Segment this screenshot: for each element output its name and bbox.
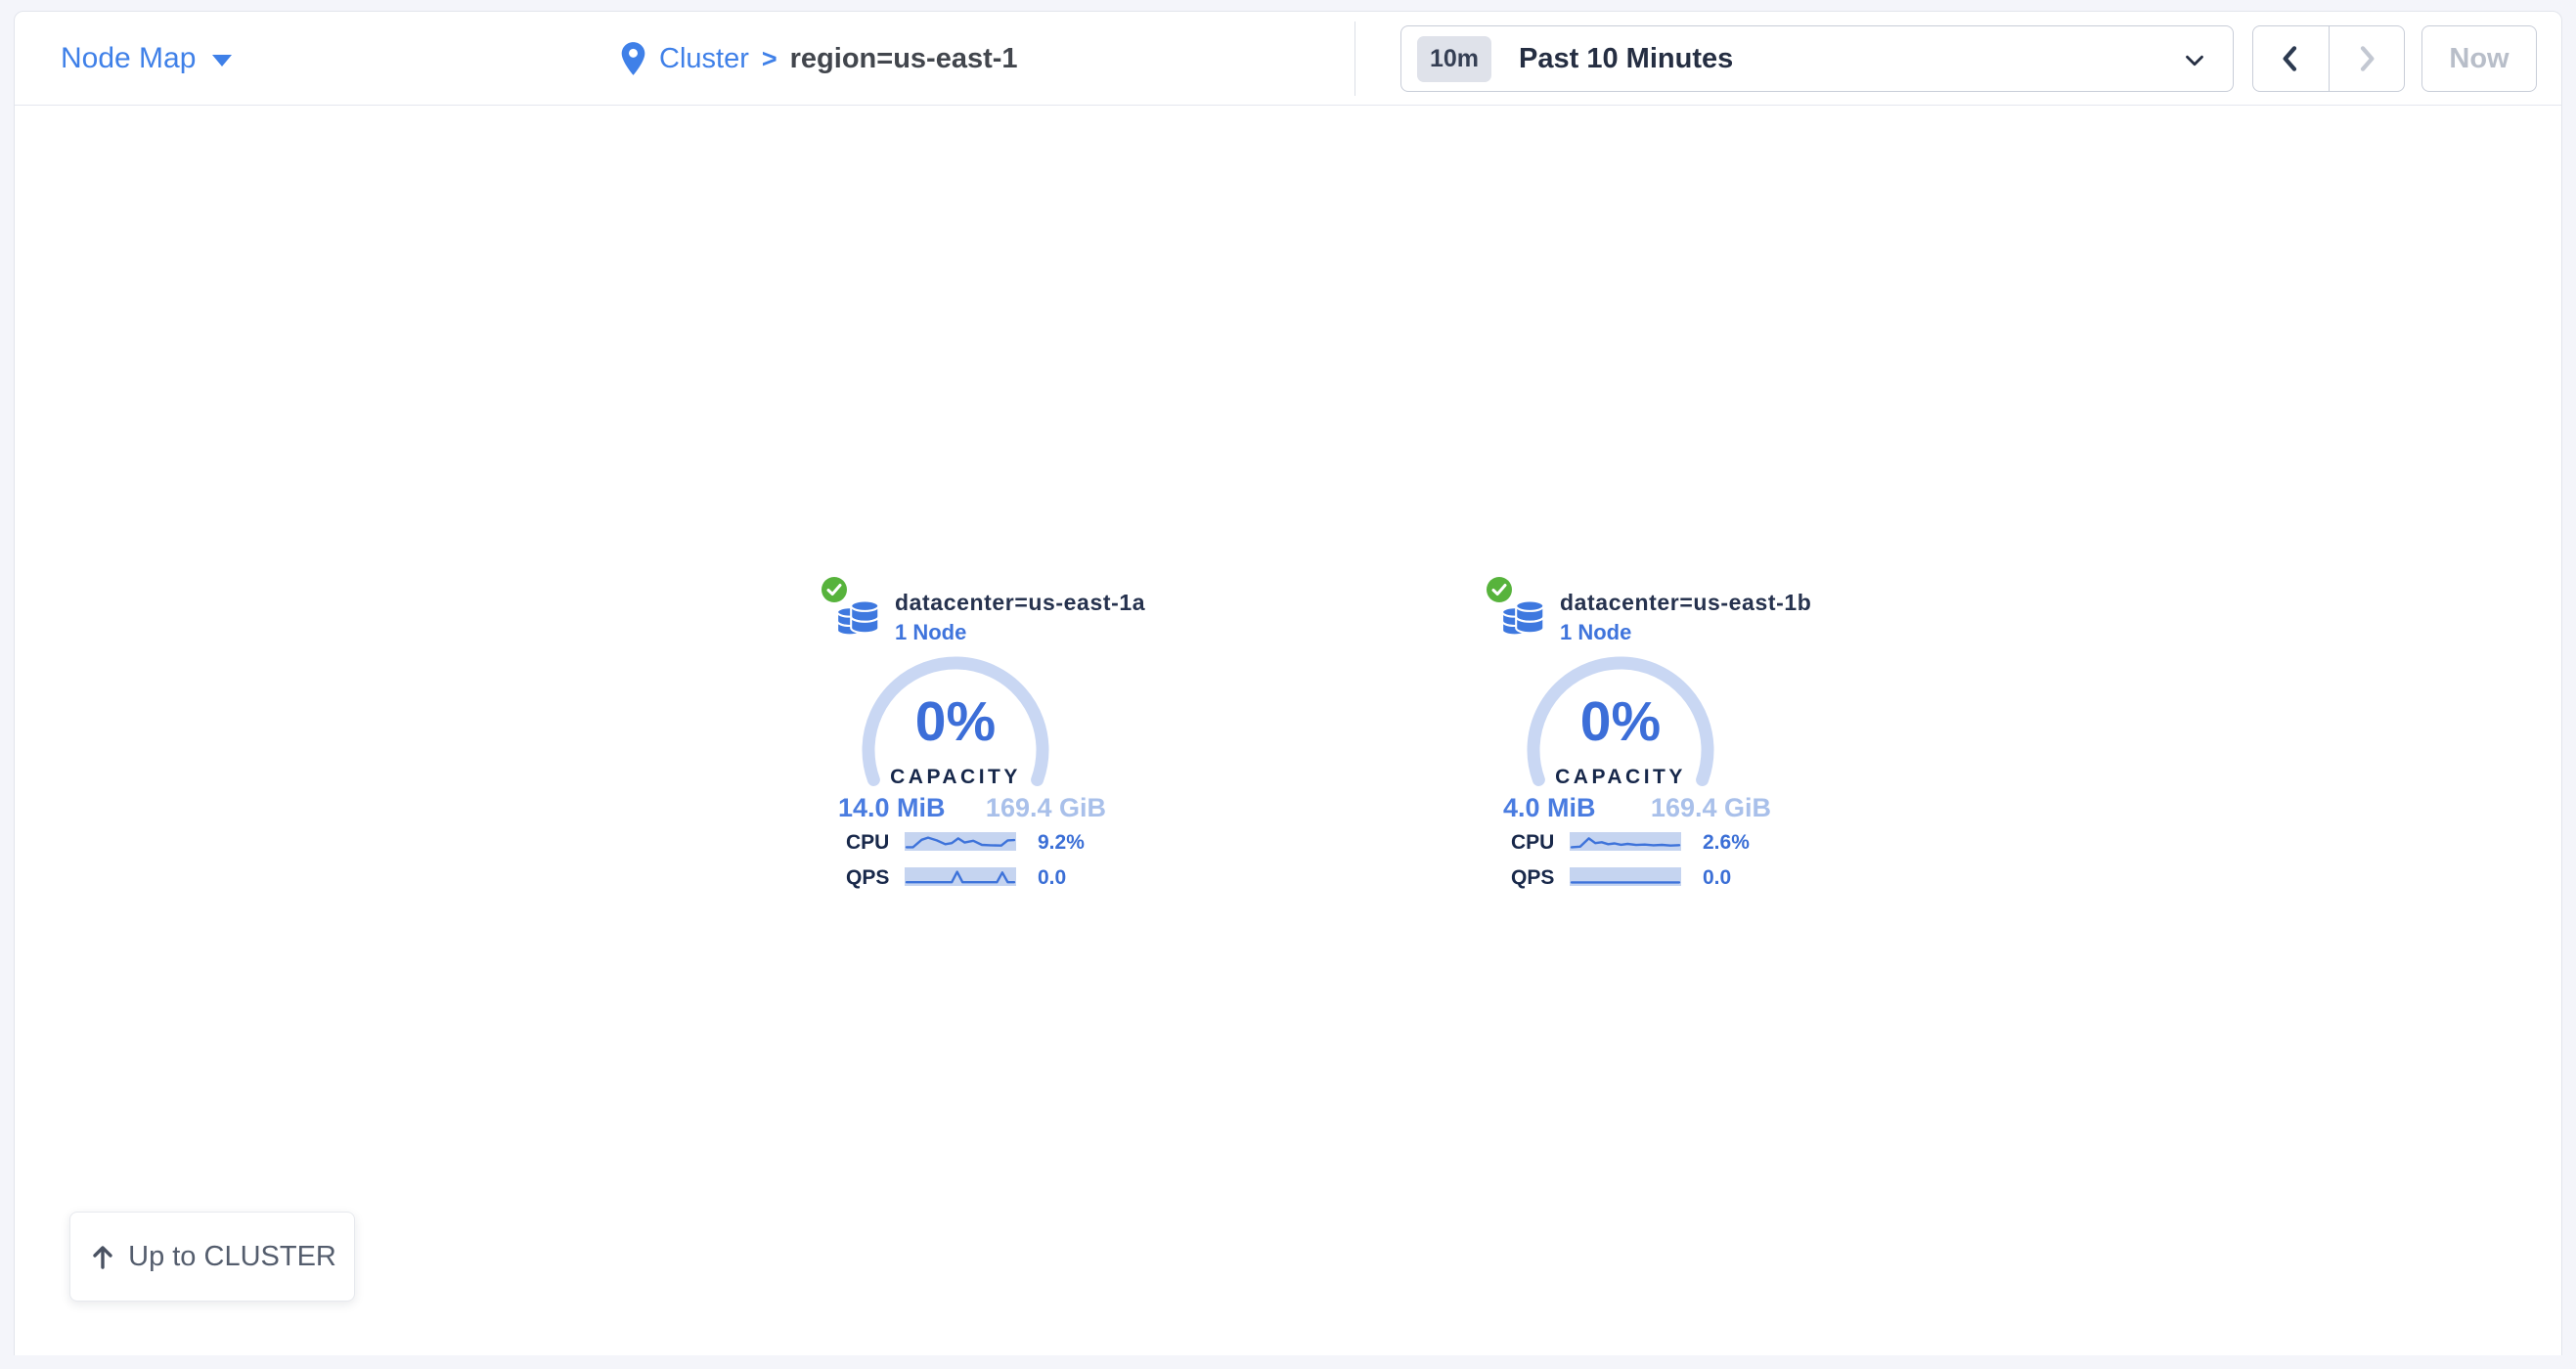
cpu-metric-row: CPU 2.6% <box>1486 831 1847 853</box>
view-selector-label: Node Map <box>61 42 196 75</box>
chevron-left-icon <box>2275 43 2306 74</box>
time-window-label: Past 10 Minutes <box>1519 43 1733 75</box>
breadcrumb-separator: > <box>762 44 777 74</box>
prev-interval-button[interactable] <box>2253 26 2329 91</box>
location-pin-icon <box>620 42 646 75</box>
up-to-cluster-button[interactable]: Up to CLUSTER <box>69 1212 355 1302</box>
qps-value: 0.0 <box>1038 866 1066 890</box>
up-to-cluster-label: Up to CLUSTER <box>128 1241 336 1273</box>
arrow-up-icon <box>88 1242 117 1271</box>
next-interval-button[interactable] <box>2329 26 2405 91</box>
now-button[interactable]: Now <box>2421 25 2537 92</box>
breadcrumb-cluster-link[interactable]: Cluster <box>659 43 749 75</box>
datacenter-node-count: 1 Node <box>895 620 966 645</box>
capacity-percent: 0% <box>856 689 1055 754</box>
qps-metric-row: QPS 0.0 <box>821 866 1182 888</box>
breadcrumb-current: region=us-east-1 <box>790 43 1018 75</box>
cpu-label: CPU <box>846 831 889 855</box>
cpu-sparkline <box>1570 832 1681 851</box>
node-map-panel: Node Map Cluster > region=us-east-1 10m … <box>14 11 2562 1355</box>
database-stack-icon <box>1499 590 1548 639</box>
storage-used: 14.0 MiB <box>838 793 946 823</box>
qps-label: QPS <box>1511 866 1554 890</box>
qps-sparkline <box>905 867 1016 886</box>
cpu-value: 9.2% <box>1038 831 1085 855</box>
datacenter-title: datacenter=us-east-1b <box>1560 590 1811 616</box>
storage-total: 169.4 GiB <box>986 793 1106 823</box>
storage-used: 4.0 MiB <box>1503 793 1596 823</box>
qps-metric-row: QPS 0.0 <box>1486 866 1847 888</box>
storage-total: 169.4 GiB <box>1651 793 1771 823</box>
datacenter-title: datacenter=us-east-1a <box>895 590 1145 616</box>
datacenter-item-us-east-1b[interactable]: datacenter=us-east-1b 1 Node 0% CAPACITY… <box>1486 574 1847 902</box>
map-canvas: datacenter=us-east-1a 1 Node 0% CAPACITY… <box>15 106 2561 1355</box>
database-stack-icon <box>834 590 883 639</box>
view-selector-dropdown[interactable]: Node Map <box>61 12 232 106</box>
cpu-sparkline <box>905 832 1016 851</box>
datacenter-item-us-east-1a[interactable]: datacenter=us-east-1a 1 Node 0% CAPACITY… <box>821 574 1182 902</box>
breadcrumb: Cluster > region=us-east-1 <box>620 12 1018 106</box>
qps-value: 0.0 <box>1703 866 1731 890</box>
cpu-value: 2.6% <box>1703 831 1750 855</box>
chevron-right-icon <box>2351 43 2382 74</box>
header-bar: Node Map Cluster > region=us-east-1 10m … <box>15 12 2561 106</box>
capacity-label: CAPACITY <box>856 766 1055 789</box>
storage-row: 4.0 MiB 169.4 GiB <box>1503 793 1771 823</box>
qps-label: QPS <box>846 866 889 890</box>
time-window-dropdown[interactable]: 10m Past 10 Minutes <box>1400 25 2234 92</box>
capacity-percent: 0% <box>1521 689 1720 754</box>
storage-row: 14.0 MiB 169.4 GiB <box>838 793 1106 823</box>
time-nav-group <box>2252 25 2405 92</box>
time-window-badge: 10m <box>1417 36 1491 82</box>
qps-sparkline <box>1570 867 1681 886</box>
cpu-metric-row: CPU 9.2% <box>821 831 1182 853</box>
caret-down-icon <box>212 55 232 66</box>
cpu-label: CPU <box>1511 831 1554 855</box>
datacenter-node-count: 1 Node <box>1560 620 1631 645</box>
chevron-down-icon <box>2180 46 2209 75</box>
capacity-label: CAPACITY <box>1521 766 1720 789</box>
